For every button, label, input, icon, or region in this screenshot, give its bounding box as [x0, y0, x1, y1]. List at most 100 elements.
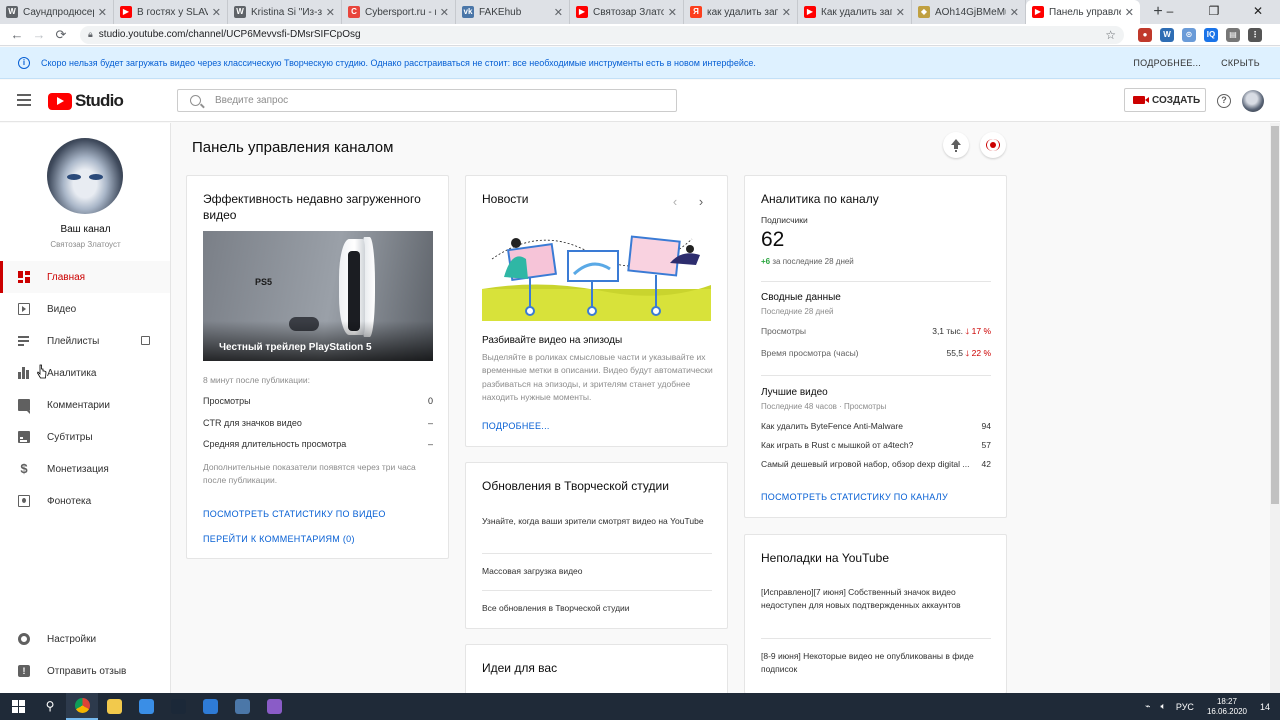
browser-extension-icon[interactable]: ● [1138, 27, 1152, 42]
browser-extension-icon[interactable]: IQ [1204, 27, 1218, 42]
browser-extension-icon[interactable]: ⋮ [1248, 27, 1262, 42]
browser-tab[interactable]: W Саундпродюсер М ✕ [0, 0, 114, 24]
close-window-icon[interactable]: ✕ [1236, 0, 1280, 24]
update-item-link[interactable]: Все обновления в Творческой студии [482, 602, 712, 615]
notifications-icon[interactable]: 14 [1260, 702, 1270, 712]
volume-icon[interactable]: 🔈︎ [1161, 701, 1166, 712]
tab-close-icon[interactable]: ✕ [896, 6, 905, 19]
info-icon: i [18, 56, 30, 69]
browser-tab[interactable]: ▶ Святозар Златоуст ✕ [570, 0, 684, 24]
tab-close-icon[interactable]: ✕ [668, 6, 677, 19]
sidebar-item-analytics[interactable]: Аналитика [0, 357, 170, 389]
go-live-icon[interactable] [980, 132, 1006, 158]
windows-start-icon[interactable] [0, 693, 34, 720]
summary-label: Просмотры [761, 326, 806, 336]
search-box[interactable] [177, 89, 677, 112]
taskbar-search-icon[interactable]: ⚲ [34, 693, 66, 720]
sidebar-item-audio-library[interactable]: Фонотека [0, 485, 170, 517]
reload-icon[interactable]: ⟳ [50, 27, 72, 43]
taskbar-explorer-icon[interactable] [98, 693, 130, 720]
video-stats-link[interactable]: ПОСМОТРЕТЬ СТАТИСТИКУ ПО ВИДЕО [203, 509, 386, 519]
channel-stats-link[interactable]: ПОСМОТРЕТЬ СТАТИСТИКУ ПО КАНАЛУ [761, 492, 948, 502]
browser-tab[interactable]: W Kristina Si "Из-за те ✕ [228, 0, 342, 24]
browser-tab[interactable]: ◆ AOh14GjBMeMuHl ✕ [912, 0, 1026, 24]
sidebar-item-feedback[interactable]: ! Отправить отзыв [0, 655, 170, 687]
help-icon[interactable]: ? [1217, 94, 1231, 108]
update-item-link[interactable]: Массовая загрузка видео [482, 565, 712, 578]
stat-value: 0 [427, 396, 433, 406]
tab-close-icon[interactable]: ✕ [1125, 6, 1134, 19]
channel-title[interactable]: Ваш канал [0, 224, 171, 235]
tab-close-icon[interactable]: ✕ [212, 6, 221, 19]
address-bar[interactable]: 🔒︎ studio.youtube.com/channel/UCP6Mevvsf… [80, 25, 1124, 44]
taskbar-steam-icon[interactable] [162, 693, 194, 720]
banner-hide-button[interactable]: СКРЫТЬ [1221, 58, 1260, 68]
tab-close-icon[interactable]: ✕ [1010, 6, 1019, 19]
sidebar-item-subtitles[interactable]: Субтитры [0, 421, 170, 453]
chevron-right-icon[interactable]: › [693, 194, 709, 209]
sidebar-item-label: Видео [47, 303, 77, 315]
update-item-link[interactable]: Узнайте, когда ваши зрители смотрят виде… [482, 515, 712, 528]
issue-item-link[interactable]: [Исправлено][7 июня] Собственный значок … [761, 586, 991, 612]
channel-analytics-card: Аналитика по каналу Подписчики 62 +6 за … [744, 175, 1007, 518]
video-stat-row: Средняя длительность просмотра – [203, 439, 433, 453]
sidebar-item-settings[interactable]: Настройки [0, 623, 170, 655]
video-thumbnail[interactable]: PS5 Честный трейлер PlayStation 5 [203, 231, 433, 361]
studio-logo[interactable]: Studio [48, 91, 124, 111]
chevron-left-icon[interactable]: ‹ [667, 194, 683, 209]
browser-extension-icon[interactable]: ⊙ [1182, 27, 1196, 42]
upload-icon[interactable] [943, 132, 969, 158]
tab-close-icon[interactable]: ✕ [326, 6, 335, 19]
taskbar-chrome-icon[interactable] [66, 693, 98, 720]
browser-tab[interactable]: Якак удалить запла ✕ [684, 0, 798, 24]
taskbar-store-icon[interactable] [130, 693, 162, 720]
top-video-row[interactable]: Как играть в Rust с мышкой от a4tech? 57 [761, 440, 991, 453]
tab-close-icon[interactable]: ✕ [98, 6, 107, 19]
tab-close-icon[interactable]: ✕ [554, 6, 563, 19]
network-icon[interactable]: ⌁ [1145, 701, 1150, 712]
channel-avatar[interactable] [47, 138, 123, 214]
taskbar-mail-icon[interactable] [194, 693, 226, 720]
create-button[interactable]: СОЗДАТЬ [1124, 88, 1206, 112]
taskbar-steam2-icon[interactable] [226, 693, 258, 720]
banner-more-button[interactable]: ПОДРОБНЕЕ... [1133, 58, 1201, 68]
taskbar-clock[interactable]: 18:27 16.06.2020 [1207, 697, 1247, 717]
minimize-icon[interactable]: – [1148, 0, 1192, 24]
tab-close-icon[interactable]: ✕ [782, 6, 791, 19]
top-video-row[interactable]: Как удалить ByteFence Anti-Malware 94 [761, 421, 991, 434]
browser-tab[interactable]: ▶ В гостях у SLAVA M ✕ [114, 0, 228, 24]
studio-updates-card: Обновления в Творческой студии Узнайте, … [465, 462, 728, 629]
bookmark-star-icon[interactable]: ☆ [1105, 28, 1116, 42]
comments-link[interactable]: ПЕРЕЙТИ К КОММЕНТАРИЯМ (0) [203, 534, 355, 544]
browser-tab[interactable]: ▶ Как удалить запла ✕ [798, 0, 912, 24]
browser-extension-icon[interactable]: W [1160, 27, 1174, 42]
news-more-link[interactable]: ПОДРОБНЕЕ... [482, 421, 550, 431]
issue-item-link[interactable]: [8-9 июня] Некоторые видео не опубликова… [761, 650, 991, 676]
restore-icon[interactable]: ❐ [1192, 0, 1236, 24]
tab-label: Саундпродюсер М [23, 6, 94, 18]
news-card: Новости ‹ › Разбивайте видео на эпизоды … [465, 175, 728, 447]
lock-icon: 🔒︎ [88, 29, 93, 39]
stats-note: Дополнительные показатели появятся через… [203, 462, 416, 485]
sidebar-nav: Главная Видео Плейлисты Аналитика Комментари… [0, 261, 170, 517]
menu-icon[interactable] [17, 94, 31, 106]
sidebar-item-playlist[interactable]: Плейлисты [0, 325, 170, 357]
sidebar-item-monetization[interactable]: $ Монетизация [0, 453, 170, 485]
forward-icon[interactable]: → [28, 27, 50, 42]
language-indicator[interactable]: РУС [1176, 702, 1194, 712]
sidebar-item-comments[interactable]: Комментарии [0, 389, 170, 421]
top-video-row[interactable]: Самый дешевый игровой набор, обзор dexp … [761, 459, 991, 472]
browser-tab[interactable]: ▶ Панель управлени ✕ [1026, 0, 1140, 24]
scrollbar-thumb[interactable] [1271, 126, 1279, 504]
browser-tab[interactable]: vk FAKEhub ✕ [456, 0, 570, 24]
back-icon[interactable]: ← [6, 27, 28, 42]
account-avatar[interactable] [1242, 90, 1264, 112]
sidebar-item-dashboard[interactable]: Главная [0, 261, 170, 293]
taskbar-vs-icon[interactable] [258, 693, 290, 720]
browser-tab[interactable]: C Cybersport.ru - пор ✕ [342, 0, 456, 24]
tab-close-icon[interactable]: ✕ [440, 6, 449, 19]
sidebar-item-video[interactable]: Видео [0, 293, 170, 325]
search-input[interactable] [215, 95, 676, 106]
browser-extension-icon[interactable]: ▤ [1226, 27, 1240, 42]
url-text: studio.youtube.com/channel/UCP6Mevvsfi-D… [98, 29, 361, 40]
